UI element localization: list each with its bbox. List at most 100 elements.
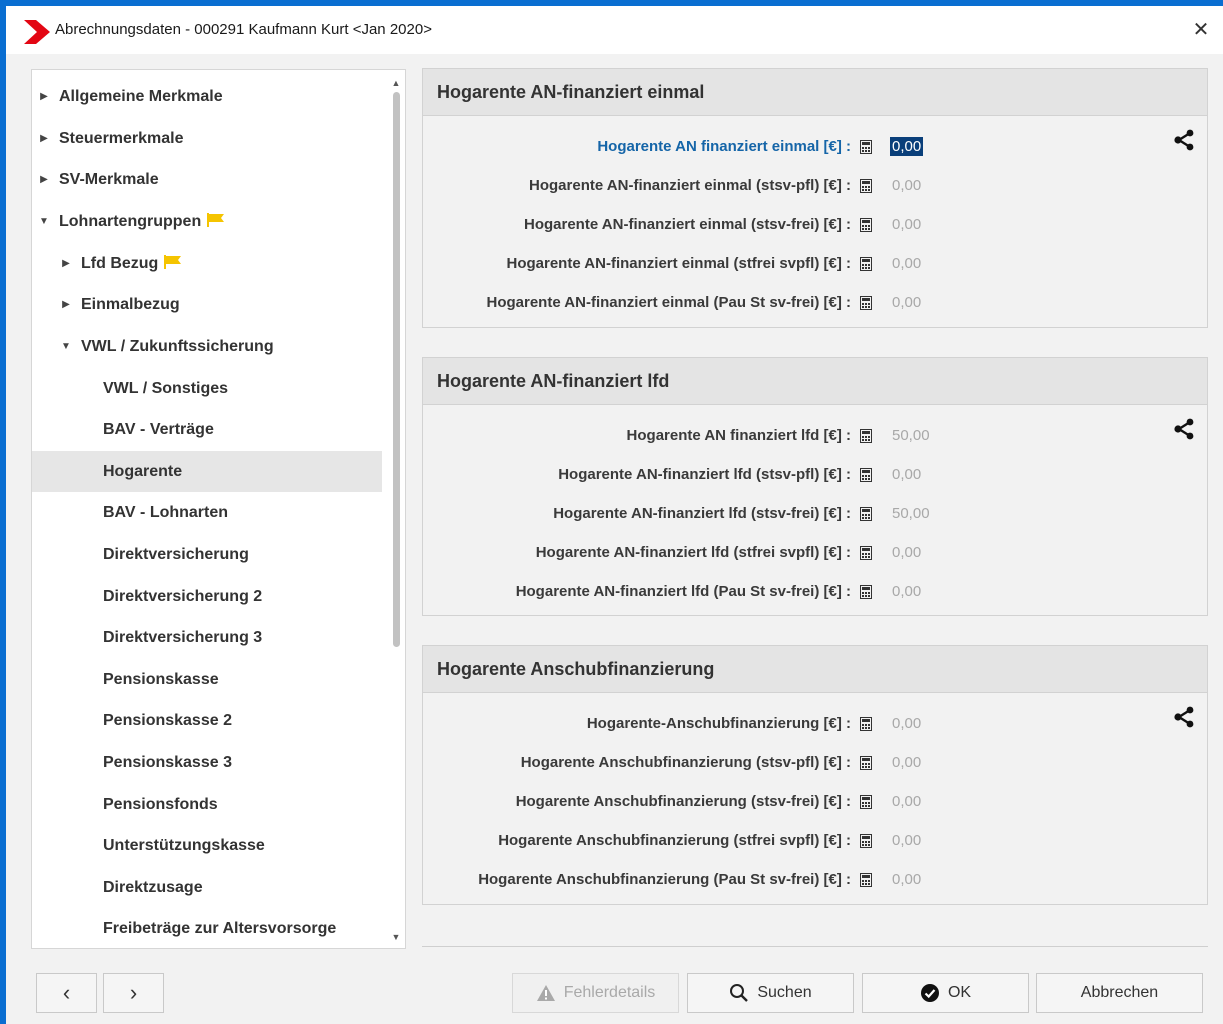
scroll-thumb[interactable] [393, 92, 400, 647]
tree-item-bav-vertraege[interactable]: BAV - Verträge [32, 409, 382, 450]
calculator-icon[interactable] [860, 218, 872, 232]
fehlerdetails-button[interactable]: Fehlerdetails [512, 973, 679, 1013]
tree-item-direktversicherung[interactable]: Direktversicherung [32, 534, 382, 575]
value-field[interactable]: 0,00 [892, 177, 921, 194]
tree-item-freibetraege-altersvorsorge[interactable]: Freibeträge zur Altersvorsorge [32, 908, 382, 948]
tree-item-pensionskasse-2[interactable]: Pensionskasse 2 [32, 700, 382, 741]
tree-item-vwl-zukunftssicherung[interactable]: ▼ VWL / Zukunftssicherung [32, 326, 382, 367]
previous-button[interactable]: ‹ [36, 973, 97, 1013]
ok-button[interactable]: OK [862, 973, 1029, 1013]
tree-item-label: BAV - Lohnarten [103, 504, 229, 521]
title-bar: Abrechnungsdaten - 000291 Kaufmann Kurt … [6, 6, 1223, 54]
tree-item-steuermerkmale[interactable]: ▶ Steuermerkmale [32, 118, 382, 159]
field-row: Hogarente AN finanziert einmal [€] : 0,0… [423, 128, 1209, 167]
value-field[interactable]: 0,00 [892, 715, 921, 732]
value-field[interactable]: 0,00 [892, 466, 921, 483]
expand-arrow-icon[interactable]: ▶ [59, 284, 73, 325]
tree-item-direktzusage[interactable]: Direktzusage [32, 867, 382, 908]
value-field[interactable]: 50,00 [892, 427, 930, 444]
tree-item-einmalbezug[interactable]: ▶ Einmalbezug [32, 284, 382, 325]
calculator-icon[interactable] [860, 873, 872, 887]
app-logo-icon [24, 20, 50, 44]
calculator-icon[interactable] [860, 834, 872, 848]
value-field[interactable]: 0,00 [892, 216, 921, 233]
expand-arrow-icon[interactable]: ▶ [59, 243, 73, 284]
collapse-arrow-icon[interactable]: ▼ [59, 326, 73, 367]
tree-item-bav-lohnarten[interactable]: BAV - Lohnarten [32, 492, 382, 533]
tree-scrollbar[interactable]: ▲ ▼ [386, 70, 405, 948]
field-label: Hogarente AN finanziert lfd [€] : [626, 427, 851, 444]
field-row: Hogarente AN-finanziert einmal (stfrei s… [423, 245, 1209, 284]
field-row: Hogarente Anschubfinanzierung (stsv-frei… [423, 783, 1209, 822]
field-row: Hogarente AN-finanziert lfd (stsv-frei) … [423, 495, 1209, 534]
tree-item-label: Allgemeine Merkmale [59, 88, 223, 105]
value-field[interactable]: 0,00 [892, 793, 921, 810]
value-field[interactable]: 0,00 [892, 583, 921, 600]
calculator-icon[interactable] [860, 756, 872, 770]
tree-item-direktversicherung-2[interactable]: Direktversicherung 2 [32, 576, 382, 617]
scroll-down-icon[interactable]: ▼ [389, 930, 403, 944]
tree-item-allgemeine-merkmale[interactable]: ▶ Allgemeine Merkmale [32, 76, 382, 117]
tree-item-label: Lfd Bezug [81, 243, 182, 284]
warning-icon [536, 985, 555, 1001]
tree-item-pensionskasse-3[interactable]: Pensionskasse 3 [32, 742, 382, 783]
value-field[interactable]: 0,00 [892, 871, 921, 888]
tree-item-direktversicherung-3[interactable]: Direktversicherung 3 [32, 617, 382, 658]
abbrechen-button[interactable]: Abbrechen [1036, 973, 1203, 1013]
tree-item-sv-merkmale[interactable]: ▶ SV-Merkmale [32, 159, 382, 200]
calculator-icon[interactable] [860, 429, 872, 443]
value-field[interactable]: 0,00 [892, 544, 921, 561]
tree-item-label: Direktversicherung 2 [103, 588, 263, 605]
section-an-finanziert-lfd: Hogarente AN-finanziert lfd Hogarente AN… [422, 357, 1208, 616]
tree-item-unterstuetzungskasse[interactable]: Unterstützungskasse [32, 825, 382, 866]
field-label: Hogarente AN finanziert einmal [€] : [597, 138, 851, 155]
calculator-icon[interactable] [860, 468, 872, 482]
calculator-icon[interactable] [860, 140, 872, 154]
chevron-left-icon: ‹ [62, 980, 71, 1005]
value-field[interactable]: 50,00 [892, 505, 930, 522]
collapse-arrow-icon[interactable]: ▼ [37, 201, 51, 242]
field-label: Hogarente Anschubfinanzierung (stfrei sv… [498, 832, 851, 849]
field-row: Hogarente AN-finanziert lfd (stfrei svpf… [423, 534, 1209, 573]
field-label: Hogarente AN-finanziert einmal (stsv-fre… [524, 216, 851, 233]
expand-arrow-icon[interactable]: ▶ [37, 118, 51, 159]
calculator-icon[interactable] [860, 585, 872, 599]
flag-icon [164, 255, 182, 269]
next-button[interactable]: › [103, 973, 164, 1013]
expand-arrow-icon[interactable]: ▶ [37, 76, 51, 117]
value-input[interactable]: 0,00 [890, 137, 924, 156]
field-label: Hogarente AN-finanziert lfd (stfrei svpf… [535, 544, 851, 561]
tree-item-pensionsfonds[interactable]: Pensionsfonds [32, 784, 382, 825]
close-button[interactable]: ✕ [1187, 16, 1215, 44]
expand-arrow-icon[interactable]: ▶ [37, 159, 51, 200]
calculator-icon[interactable] [860, 179, 872, 193]
calculator-icon[interactable] [860, 257, 872, 271]
value-field[interactable]: 0,00 [892, 255, 921, 272]
value-field[interactable]: 0,00 [892, 832, 921, 849]
calculator-icon[interactable] [860, 795, 872, 809]
value-field[interactable]: 0,00 [892, 754, 921, 771]
footer-separator [422, 946, 1208, 947]
tree-item-vwl-sonstiges[interactable]: VWL / Sonstiges [32, 368, 382, 409]
tree-item-pensionskasse[interactable]: Pensionskasse [32, 659, 382, 700]
section-title: Hogarente AN-finanziert einmal [423, 69, 1207, 116]
field-label: Hogarente Anschubfinanzierung (stsv-pfl)… [520, 754, 851, 771]
calculator-icon[interactable] [860, 717, 872, 731]
calculator-icon[interactable] [860, 296, 872, 310]
tree-item-lohnartengruppen[interactable]: ▼ Lohnartengruppen [32, 201, 382, 242]
field-row: Hogarente AN finanziert lfd [€] : 50,00 [423, 417, 1209, 456]
suchen-button[interactable]: Suchen [687, 973, 854, 1013]
calculator-icon[interactable] [860, 507, 872, 521]
section-title: Hogarente Anschubfinanzierung [423, 646, 1207, 693]
tree-item-label: VWL / Zukunftssicherung [81, 338, 274, 355]
button-label: Suchen [757, 984, 812, 1001]
tree-item-lfd-bezug[interactable]: ▶ Lfd Bezug [32, 243, 382, 284]
field-label: Hogarente AN-finanziert einmal (stsv-pfl… [529, 177, 851, 194]
field-label: Hogarente AN-finanziert lfd (stsv-pfl) [… [558, 466, 851, 483]
value-field[interactable]: 0,00 [892, 294, 921, 311]
tree-item-hogarente[interactable]: Hogarente [32, 451, 382, 492]
tree-item-label: VWL / Sonstiges [103, 380, 229, 397]
scroll-up-icon[interactable]: ▲ [389, 76, 403, 90]
calculator-icon[interactable] [860, 546, 872, 560]
tree-item-label: Lohnartengruppen [59, 201, 225, 242]
